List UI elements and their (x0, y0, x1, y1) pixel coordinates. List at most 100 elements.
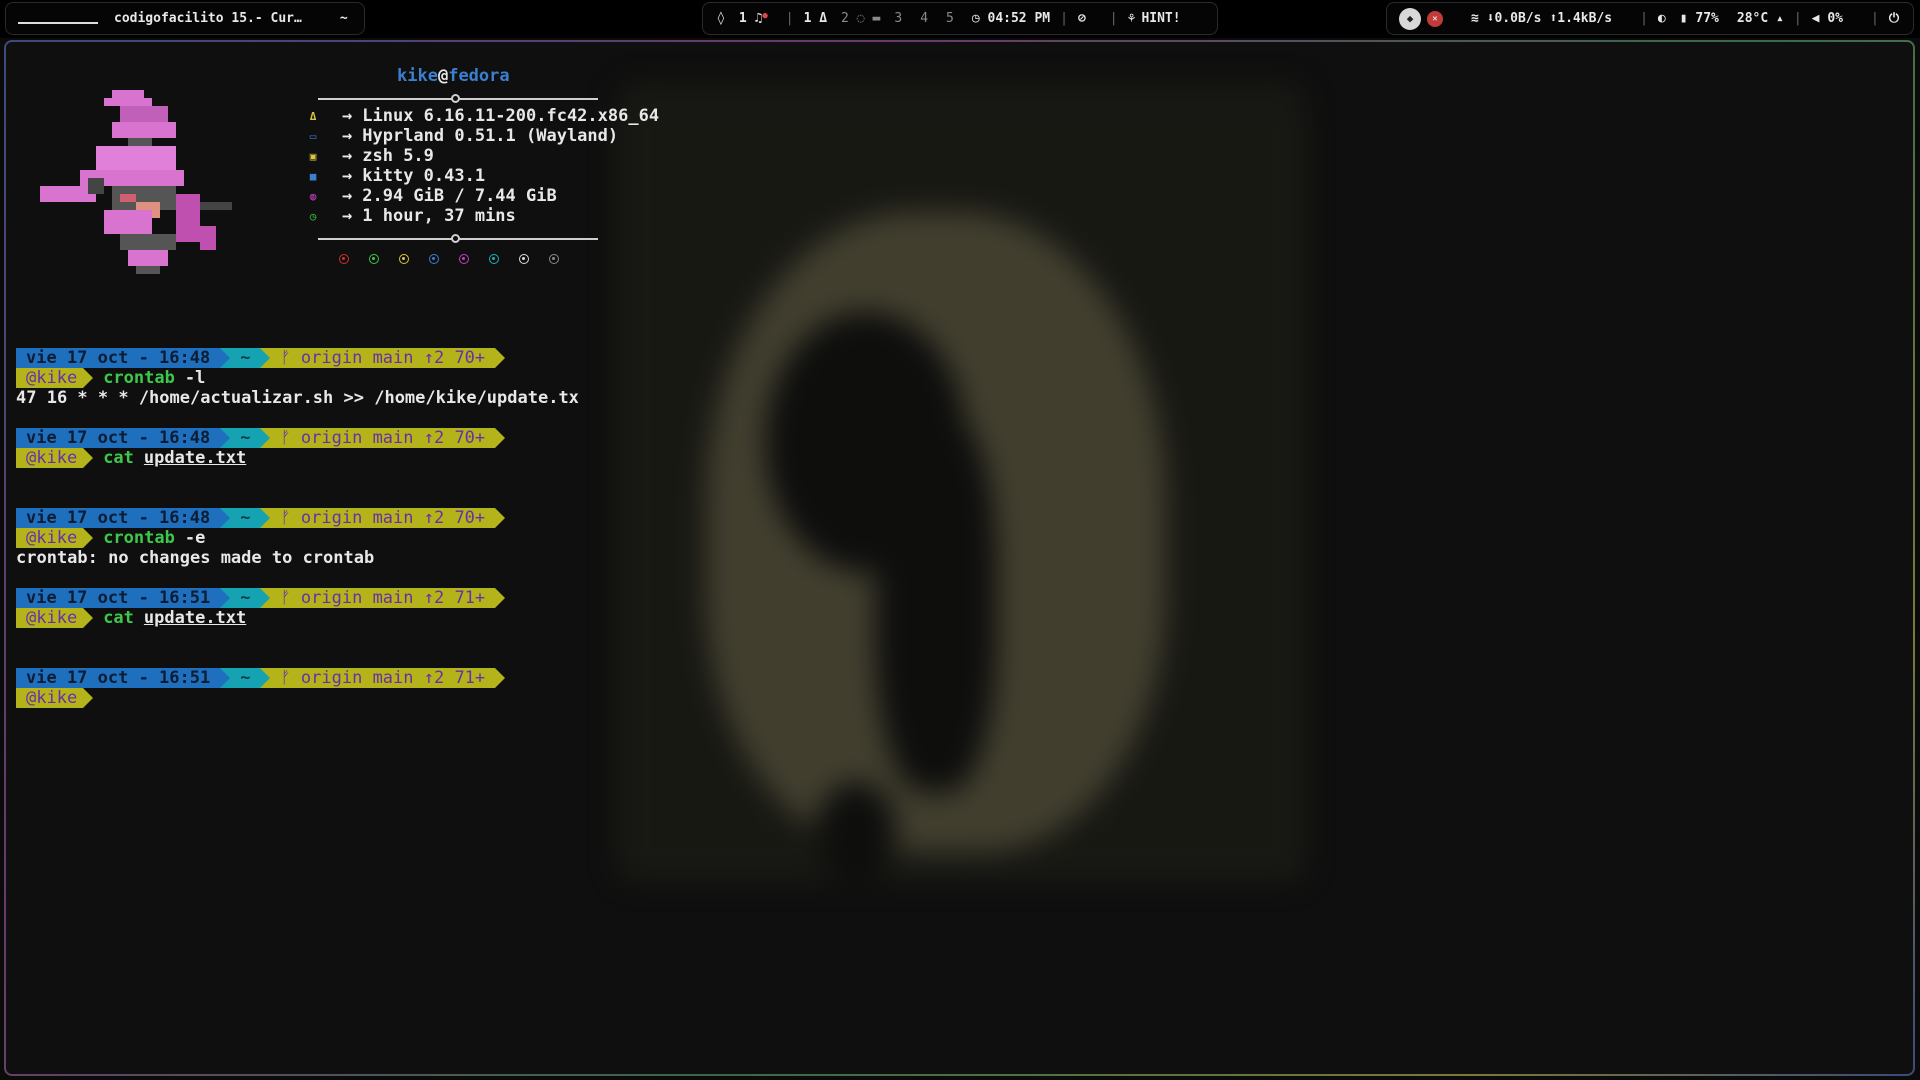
fastfetch-divider-bottom (318, 234, 598, 243)
notification-count[interactable]: 1 (739, 11, 747, 26)
prompt-user: @kike (16, 368, 84, 388)
kitty-terminal-window[interactable]: kike@fedora Δ → Linux 6.16.11-200.fc42.x86… (4, 40, 1915, 1076)
prompt-date: vie 17 oct - 16:48 (16, 428, 221, 448)
power-icon[interactable]: ⏻ (1889, 11, 1899, 26)
prompt-user: @kike (16, 688, 84, 708)
palette-dot (339, 254, 349, 264)
prompt-line: vie 17 oct - 16:51 ~ ᚠ origin main ↑2 71+ (16, 588, 579, 608)
workspace-5[interactable]: 5 (946, 11, 954, 26)
fastfetch-value: 2.94 GiB / 7.44 GiB (362, 186, 557, 206)
download-icon: ⬇ (1486, 11, 1495, 26)
command-line[interactable]: @kike (16, 688, 579, 708)
arrow-icon: → (342, 146, 353, 166)
fastfetch-row: Δ → Linux 6.16.11-200.fc42.x86_64 (306, 106, 659, 126)
terminal-output[interactable]: vie 17 oct - 16:48 ~ ᚠ origin main ↑2 70+ @… (16, 348, 579, 748)
command-name: crontab (103, 528, 175, 548)
clock[interactable]: 04:52 PM (988, 11, 1051, 26)
battery-icon: ▮ (1679, 11, 1696, 26)
fastfetch-row: ◷ → 1 hour, 37 mins (306, 206, 659, 226)
prompt-git-status: ᚠ origin main ↑2 71+ (270, 668, 496, 688)
pixel-art-logo (40, 90, 232, 274)
window-title-pill[interactable]: codigofacilito 15.- Cur… ~ (5, 2, 365, 35)
command-line[interactable]: @kike cat update.txt (16, 608, 579, 628)
powerline-arrow (495, 508, 506, 528)
prompt-date: vie 17 oct - 16:51 (16, 588, 221, 608)
speaker-icon[interactable]: ◀ (1812, 11, 1828, 26)
hint-button[interactable]: HINT! (1141, 11, 1180, 26)
prompt-directory: ~ (230, 428, 261, 448)
top-bar: codigofacilito 15.- Cur… ~ ◊ 1 ♫● | 1 Δ … (0, 0, 1920, 38)
workspace-1-icon: Δ (811, 11, 828, 26)
volume-level[interactable]: 0% (1827, 11, 1843, 26)
prompt-date: vie 17 oct - 16:48 (16, 348, 221, 368)
bell-icon[interactable]: ♫● (747, 11, 767, 26)
launcher-icon[interactable]: ◊ (717, 11, 725, 26)
active-window-title[interactable]: codigofacilito 15.- Cur… (114, 11, 302, 26)
command-line[interactable]: @kike crontab -l (16, 368, 579, 388)
fastfetch-value: Linux 6.16.11-200.fc42.x86_64 (362, 106, 660, 126)
palette-dot (489, 254, 499, 264)
window-manager-icon: ▭ (309, 129, 317, 143)
prompt-git-status: ᚠ origin main ↑2 71+ (270, 588, 496, 608)
powerline-arrow (83, 688, 94, 708)
powerline-arrow (83, 448, 94, 468)
palette-dot (429, 254, 439, 264)
brightness-icon[interactable]: ◐ (1658, 11, 1666, 26)
prompt-directory: ~ (230, 588, 261, 608)
battery-level[interactable]: 77% (1695, 11, 1718, 26)
command-name: cat (103, 448, 134, 468)
upload-icon: ⬆ (1549, 11, 1558, 26)
powerline-arrow (495, 428, 506, 448)
folder-icon: ▬ (872, 11, 881, 26)
workspace-2-icon: ◌ (848, 11, 865, 26)
tray-app-icon[interactable]: ◆ (1399, 7, 1421, 30)
powerline-arrow (220, 668, 231, 688)
workspace-pill: ◊ 1 ♫● | 1 Δ 2 ◌ ▬ 3 4 5 ◷ 04:52 PM | ⊘ … (702, 2, 1218, 35)
arrow-icon: → (342, 106, 353, 126)
prompt-directory: ~ (230, 668, 261, 688)
prompt-date: vie 17 oct - 16:48 (16, 508, 221, 528)
separator: | (785, 11, 794, 26)
powerline-arrow (220, 428, 231, 448)
powerline-arrow (260, 588, 271, 608)
uptime-icon: ◷ (309, 209, 317, 223)
prompt-block: vie 17 oct - 16:48 ~ ᚠ origin main ↑2 70+ @… (16, 348, 579, 428)
workspace-4[interactable]: 4 (920, 11, 928, 26)
fastfetch-value: Hyprland 0.51.1 (Wayland) (362, 126, 619, 146)
powerline-arrow (83, 528, 94, 548)
powerline-arrow (220, 588, 231, 608)
arrow-icon: → (342, 166, 353, 186)
fastfetch-row: ■ → kitty 0.43.1 (306, 166, 659, 186)
command-line[interactable]: @kike cat update.txt (16, 448, 579, 468)
prompt-line: vie 17 oct - 16:48 ~ ᚠ origin main ↑2 70+ (16, 348, 579, 368)
workspace-1[interactable]: 1 (804, 11, 812, 26)
separator: | (1640, 11, 1648, 26)
hostname: fedora (448, 66, 510, 86)
workspace-indicator (18, 21, 98, 24)
powerline-arrow (83, 368, 94, 388)
fastfetch-row: ◍ → 2.94 GiB / 7.44 GiB (306, 186, 659, 206)
command-line[interactable]: @kike crontab -e (16, 528, 579, 548)
tray-alert-icon[interactable]: ✕ (1427, 10, 1443, 27)
window-subtitle: ~ (339, 11, 348, 26)
separator: | (1793, 11, 1802, 26)
prompt-line: vie 17 oct - 16:48 ~ ᚠ origin main ↑2 70+ (16, 508, 579, 528)
workspace-3[interactable]: 3 (894, 11, 902, 26)
eye-off-icon[interactable]: ⊘ (1078, 11, 1086, 26)
prompt-directory: ~ (230, 508, 261, 528)
prompt-line: vie 17 oct - 16:51 ~ ᚠ origin main ↑2 71+ (16, 668, 579, 688)
prompt-git-status: ᚠ origin main ↑2 70+ (270, 348, 496, 368)
linux-icon: Δ (309, 109, 317, 123)
prompt-block: vie 17 oct - 16:51 ~ ᚠ origin main ↑2 71+ @… (16, 668, 579, 748)
prompt-user: @kike (16, 608, 84, 628)
prompt-git-status: ᚠ origin main ↑2 70+ (270, 508, 496, 528)
palette-dot (459, 254, 469, 264)
fastfetch-value: zsh 5.9 (362, 146, 434, 166)
fastfetch-value: kitty 0.43.1 (362, 166, 486, 186)
wifi-icon[interactable]: ≋ (1471, 11, 1487, 26)
powerline-arrow (260, 508, 271, 528)
workspace-2[interactable]: 2 (841, 11, 849, 26)
prompt-date: vie 17 oct - 16:51 (16, 668, 221, 688)
powerline-arrow (260, 428, 271, 448)
command-args: update.txt (143, 448, 247, 468)
